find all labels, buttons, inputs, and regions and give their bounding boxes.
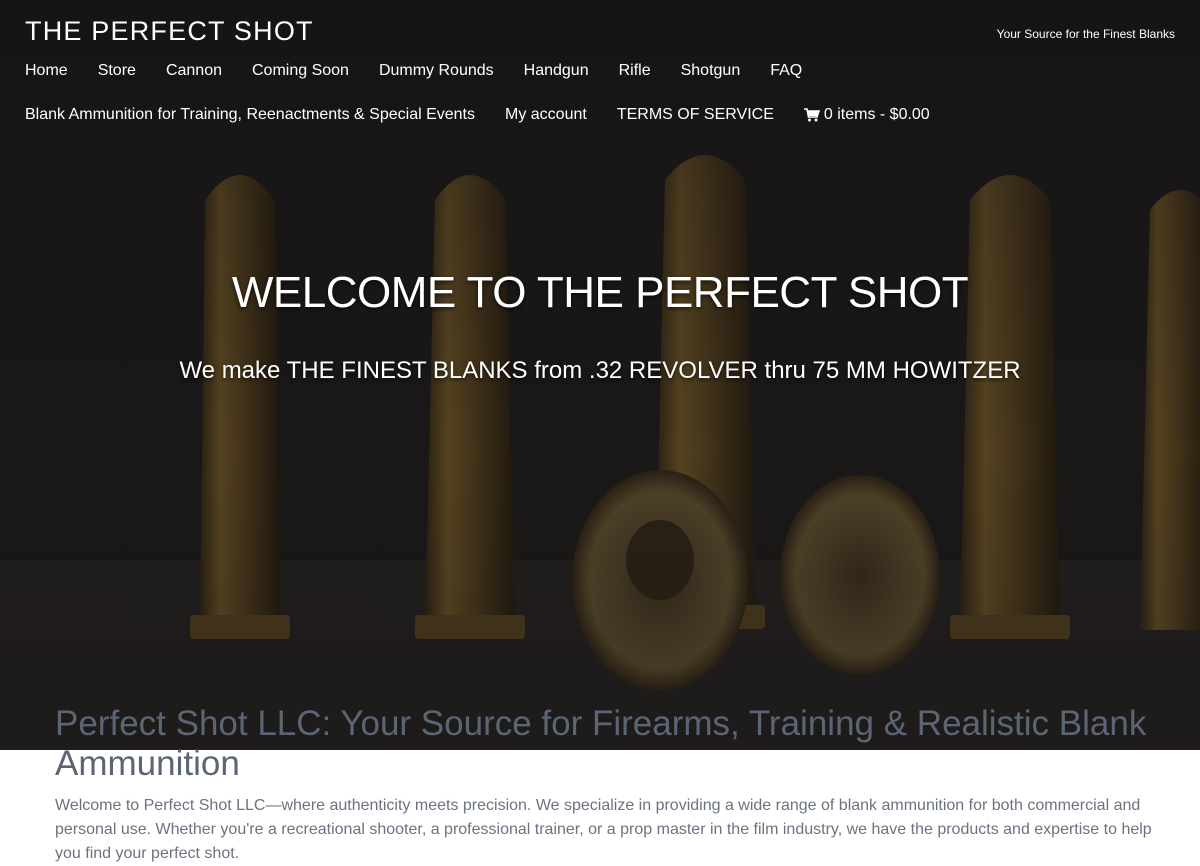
hero-title: WELCOME TO THE PERFECT SHOT <box>231 268 969 317</box>
nav-faq[interactable]: FAQ <box>770 61 802 81</box>
nav-rifle[interactable]: Rifle <box>619 61 651 81</box>
primary-nav: Home Store Cannon Coming Soon Dummy Roun… <box>25 61 832 81</box>
cart-summary: 0 items - $0.00 <box>823 106 930 123</box>
content-intro-text: Welcome to Perfect Shot LLC—where authen… <box>55 797 1152 862</box>
shopping-cart-icon <box>803 108 820 122</box>
nav-store[interactable]: Store <box>98 61 136 81</box>
nav-terms-of-service[interactable]: TERMS OF SERVICE <box>617 105 774 125</box>
secondary-nav: Blank Ammunition for Training, Reenactme… <box>25 105 960 125</box>
nav-dummy-rounds[interactable]: Dummy Rounds <box>379 61 494 81</box>
nav-home[interactable]: Home <box>25 61 68 81</box>
nav-coming-soon[interactable]: Coming Soon <box>252 61 349 81</box>
site-title[interactable]: THE PERFECT SHOT <box>25 16 314 47</box>
nav-cannon[interactable]: Cannon <box>166 61 222 81</box>
nav-blank-ammunition[interactable]: Blank Ammunition for Training, Reenactme… <box>25 105 475 125</box>
nav-my-account[interactable]: My account <box>505 105 587 125</box>
nav-shotgun[interactable]: Shotgun <box>681 61 741 81</box>
cart-link[interactable]: 0 items - $0.00 <box>803 105 930 125</box>
content-heading: Perfect Shot LLC: Your Source for Firear… <box>55 704 1147 783</box>
nav-handgun[interactable]: Handgun <box>524 61 589 81</box>
hero-subtitle: We make THE FINEST BLANKS from .32 REVOL… <box>179 357 1021 384</box>
site-tagline: Your Source for the Finest Blanks <box>996 27 1175 41</box>
